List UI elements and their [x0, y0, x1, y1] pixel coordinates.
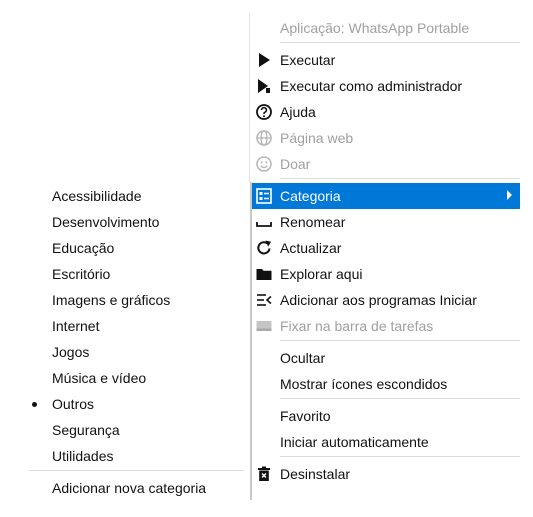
- help-icon: [255, 103, 273, 121]
- category-item-imagens-graficos[interactable]: Imagens e gráficos: [23, 287, 250, 313]
- menu-item-executar[interactable]: Executar: [250, 47, 520, 73]
- globe-icon: [255, 129, 273, 147]
- category-item-acessibilidade[interactable]: Acessibilidade: [23, 183, 250, 209]
- menu-header-label: Aplicação: WhatsApp Portable: [280, 20, 470, 36]
- category-icon: [255, 187, 273, 205]
- trash-icon: [255, 465, 273, 483]
- category-item-jogos[interactable]: Jogos: [23, 339, 250, 365]
- rename-icon: [255, 213, 273, 231]
- category-item-outros[interactable]: Outros: [23, 391, 250, 417]
- category-item-educacao[interactable]: Educação: [23, 235, 250, 261]
- menu-item-desinstalar[interactable]: Desinstalar: [250, 461, 520, 487]
- menu-item-ajuda[interactable]: Ajuda: [250, 99, 520, 125]
- category-item-internet[interactable]: Internet: [23, 313, 250, 339]
- run-as-admin-icon: [255, 77, 273, 95]
- menu-item-pin-taskbar[interactable]: Fixar na barra de tarefas: [250, 313, 520, 339]
- menu-item-show-hidden-icons[interactable]: Mostrar ícones escondidos: [250, 371, 520, 397]
- add-to-start-icon: [255, 291, 273, 309]
- submenu-arrow-icon: [507, 190, 512, 200]
- smiley-icon: [255, 155, 273, 173]
- menu-separator: [29, 470, 244, 471]
- menu-item-explorar-aqui[interactable]: Explorar aqui: [250, 261, 520, 287]
- menu-item-favorito[interactable]: Favorito: [250, 403, 520, 429]
- category-submenu: Acessibilidade Desenvolvimento Educação …: [23, 182, 252, 500]
- menu-separator: [280, 42, 520, 43]
- menu-separator: [280, 178, 520, 179]
- selected-bullet-icon: [32, 402, 37, 407]
- menu-item-renomear[interactable]: Renomear: [250, 209, 520, 235]
- menu-item-doar[interactable]: Doar: [250, 151, 520, 177]
- category-item-seguranca[interactable]: Segurança: [23, 417, 250, 443]
- menu-item-add-to-start[interactable]: Adicionar aos programas Iniciar: [250, 287, 520, 313]
- menu-item-categoria[interactable]: Categoria: [250, 183, 520, 209]
- menu-item-run-as-admin[interactable]: Executar como administrador: [250, 73, 520, 99]
- menu-item-ocultar[interactable]: Ocultar: [250, 345, 520, 371]
- menu-item-autostart[interactable]: Iniciar automaticamente: [250, 429, 520, 455]
- add-category-item[interactable]: Adicionar nova categoria: [23, 475, 250, 501]
- folder-icon: [255, 265, 273, 283]
- menu-separator: [280, 456, 520, 457]
- menu-separator: [280, 398, 520, 399]
- play-icon: [255, 51, 273, 69]
- category-item-musica-video[interactable]: Música e vídeo: [23, 365, 250, 391]
- category-item-desenvolvimento[interactable]: Desenvolvimento: [23, 209, 250, 235]
- menu-header-app-name: Aplicação: WhatsApp Portable: [250, 15, 520, 41]
- taskbar-icon: [255, 317, 273, 335]
- category-item-escritorio[interactable]: Escritório: [23, 261, 250, 287]
- app-context-menu: Aplicação: WhatsApp Portable Executar Ex…: [250, 14, 520, 484]
- menu-separator: [280, 340, 520, 341]
- refresh-icon: [255, 239, 273, 257]
- menu-item-pagina-web[interactable]: Página web: [250, 125, 520, 151]
- menu-item-actualizar[interactable]: Actualizar: [250, 235, 520, 261]
- category-item-utilidades[interactable]: Utilidades: [23, 443, 250, 469]
